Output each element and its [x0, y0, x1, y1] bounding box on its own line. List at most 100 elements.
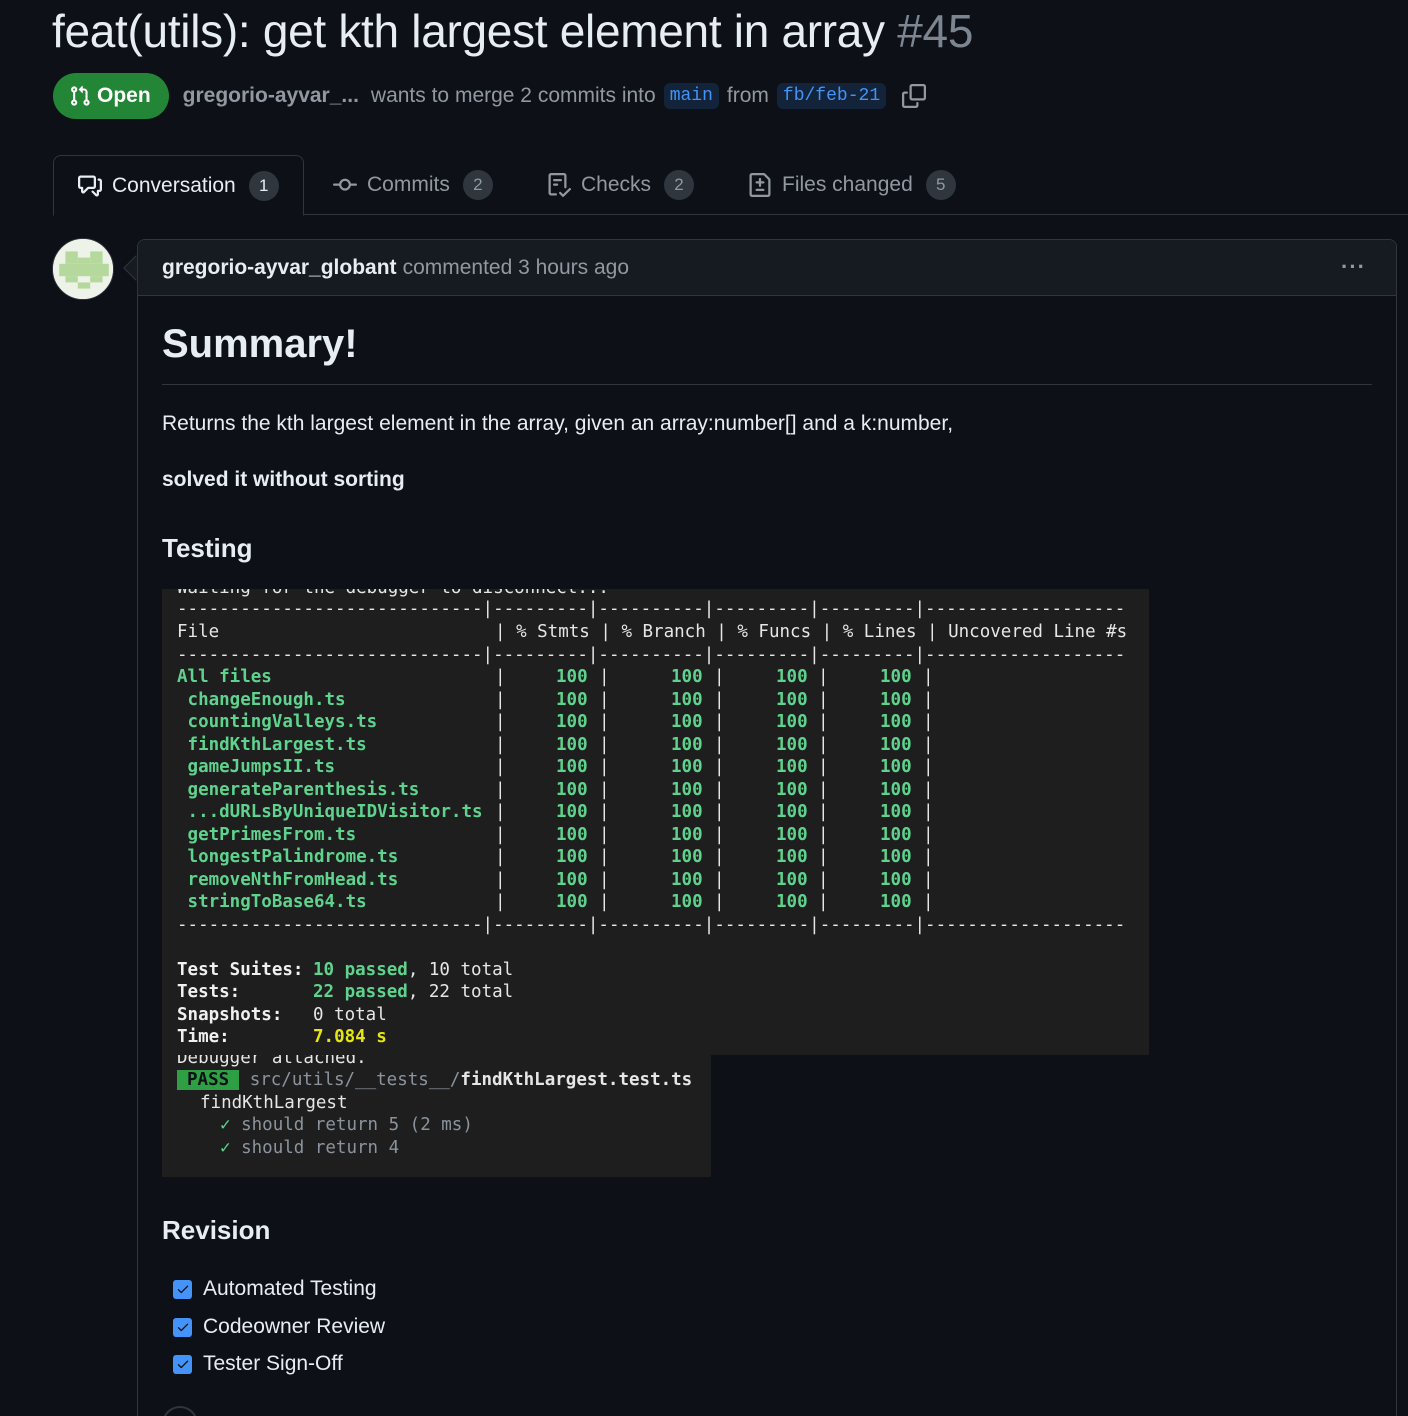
avatar[interactable] — [52, 238, 114, 300]
table-separator: | — [599, 892, 610, 912]
table-separator: | — [599, 824, 610, 845]
base-branch[interactable]: main — [663, 83, 719, 109]
coverage-cell-stmts: 100 — [556, 869, 588, 890]
terminal-divider: -----------------------------|---------|… — [177, 645, 1126, 665]
checkbox[interactable] — [173, 1354, 192, 1374]
tab-files-changed[interactable]: Files changed 5 — [748, 155, 956, 215]
coverage-row-file: countingValleys.ts — [177, 712, 378, 732]
coverage-cell-branch: 100 — [671, 847, 703, 867]
coverage-cell-funcs: 100 — [776, 802, 808, 822]
table-separator: | — [923, 689, 934, 710]
coverage-cell-branch: 100 — [671, 734, 703, 755]
coverage-row-file: findKthLargest.ts — [177, 734, 367, 755]
table-separator: | — [599, 779, 610, 800]
file-diff-icon — [749, 173, 771, 197]
table-separator: | — [923, 892, 934, 912]
summary-label: Snapshots: — [177, 1005, 283, 1025]
summary-label: Test Suites: — [177, 960, 304, 980]
pass-badge: PASS — [177, 1070, 240, 1090]
pr-title-text: feat(utils): get kth largest element in … — [52, 5, 885, 57]
table-separator: | — [495, 779, 506, 800]
coverage-cell-lines: 100 — [880, 757, 912, 777]
table-separator: | — [599, 869, 610, 890]
state-label: Open — [97, 84, 151, 107]
task-item: Automated Testing — [173, 1277, 377, 1301]
comment-author[interactable]: gregorio-ayvar_globant — [162, 256, 397, 280]
coverage-cell-lines: 100 — [880, 824, 912, 845]
col-funcs: % Funcs — [737, 622, 812, 642]
pr-number: #45 — [897, 5, 974, 57]
coverage-cell-lines: 100 — [880, 712, 912, 732]
table-separator: | — [714, 869, 725, 890]
coverage-cell-funcs: 100 — [776, 847, 808, 867]
coverage-cell-stmts: 100 — [556, 847, 588, 867]
test-case: ✓ should return 4 — [220, 1137, 399, 1160]
test-run-screenshot: Debugger attached. PASS src/utils/__test… — [162, 1055, 711, 1177]
test-file-line: PASS src/utils/__tests__/findKthLargest.… — [177, 1069, 692, 1092]
coverage-header-rest: | % Stmts | % Branch | % Funcs | % Lines… — [495, 622, 1128, 642]
git-pull-request-icon — [71, 85, 90, 106]
table-separator: | — [714, 802, 725, 822]
checkbox[interactable] — [173, 1317, 192, 1337]
tab-commits[interactable]: Commits 2 — [333, 155, 493, 215]
coverage-row-file: gameJumpsII.ts — [177, 757, 336, 777]
pr-author-link[interactable]: gregorio-ayvar_... — [183, 84, 359, 108]
coverage-cell-branch: 100 — [671, 757, 703, 777]
coverage-cell-stmts: 100 — [556, 734, 588, 755]
table-separator: | — [495, 869, 506, 890]
table-separator: | — [714, 734, 725, 755]
coverage-cell-stmts: 100 — [556, 779, 588, 800]
tab-conversation[interactable]: Conversation 1 — [53, 155, 304, 216]
coverage-cell-stmts: 100 — [556, 712, 588, 732]
coverage-cell-funcs: 100 — [776, 734, 808, 755]
checkbox[interactable] — [173, 1279, 192, 1299]
pr-title: feat(utils): get kth largest element in … — [52, 4, 973, 58]
task-label: Automated Testing — [203, 1277, 377, 1300]
table-separator: | — [495, 824, 506, 845]
check-icon — [177, 1285, 188, 1294]
coverage-cell-stmts: 100 — [556, 689, 588, 710]
table-separator: | — [714, 779, 725, 800]
coverage-cell-funcs: 100 — [776, 869, 808, 890]
revision-heading: Revision — [162, 1215, 271, 1245]
tab-checks[interactable]: Checks 2 — [547, 155, 695, 215]
coverage-cell-funcs: 100 — [776, 667, 808, 687]
test-path-file: findKthLargest.test.ts — [460, 1070, 693, 1090]
table-separator: | — [714, 757, 725, 777]
table-separator: | — [495, 757, 506, 777]
coverage-cell-stmts: 100 — [556, 757, 588, 777]
table-separator: | — [818, 689, 829, 710]
table-separator: | — [714, 847, 725, 867]
summary-time: 7.084 s — [313, 1027, 387, 1047]
tab-label: Commits — [367, 173, 450, 196]
coverage-row-file: getPrimesFrom.ts — [177, 824, 357, 845]
pr-tabs: Conversation 1 Commits 2 Checks 2 Files … — [53, 155, 1408, 216]
state-badge: Open — [53, 73, 169, 119]
terminal-divider: -----------------------------|---------|… — [177, 599, 1126, 619]
head-branch[interactable]: fb/feb-21 — [776, 83, 887, 109]
tab-count: 5 — [925, 170, 956, 200]
table-separator: | — [923, 779, 934, 800]
table-separator: | — [599, 689, 610, 710]
coverage-cell-branch: 100 — [671, 824, 703, 845]
copy-icon[interactable] — [902, 84, 927, 108]
from-text: from — [726, 84, 769, 107]
table-separator: | — [599, 802, 610, 822]
summary-value: 0 total — [313, 1005, 387, 1025]
coverage-header-row: File — [177, 621, 219, 644]
kebab-horizontal-icon[interactable]: ··· — [1341, 254, 1366, 280]
comment-timestamp[interactable]: commented 3 hours ago — [403, 256, 629, 280]
table-separator: | — [923, 824, 934, 845]
table-separator: | — [818, 712, 829, 732]
coverage-row-file: ...dURLsByUniqueIDVisitor.ts — [177, 802, 483, 822]
table-separator: | — [599, 847, 610, 867]
col-stmts: % Stmts — [516, 622, 590, 642]
test-path-prefix: src/utils/__tests__/ — [249, 1070, 461, 1090]
table-separator: | — [818, 847, 829, 867]
coverage-screenshot: Waiting for the debugger to disconnect..… — [162, 589, 1149, 1055]
table-separator: | — [495, 712, 506, 732]
coverage-cell-stmts: 100 — [556, 667, 588, 687]
tab-count: 2 — [664, 170, 695, 200]
checklist-icon — [548, 173, 571, 197]
coverage-row-file: changeEnough.ts — [177, 689, 346, 710]
